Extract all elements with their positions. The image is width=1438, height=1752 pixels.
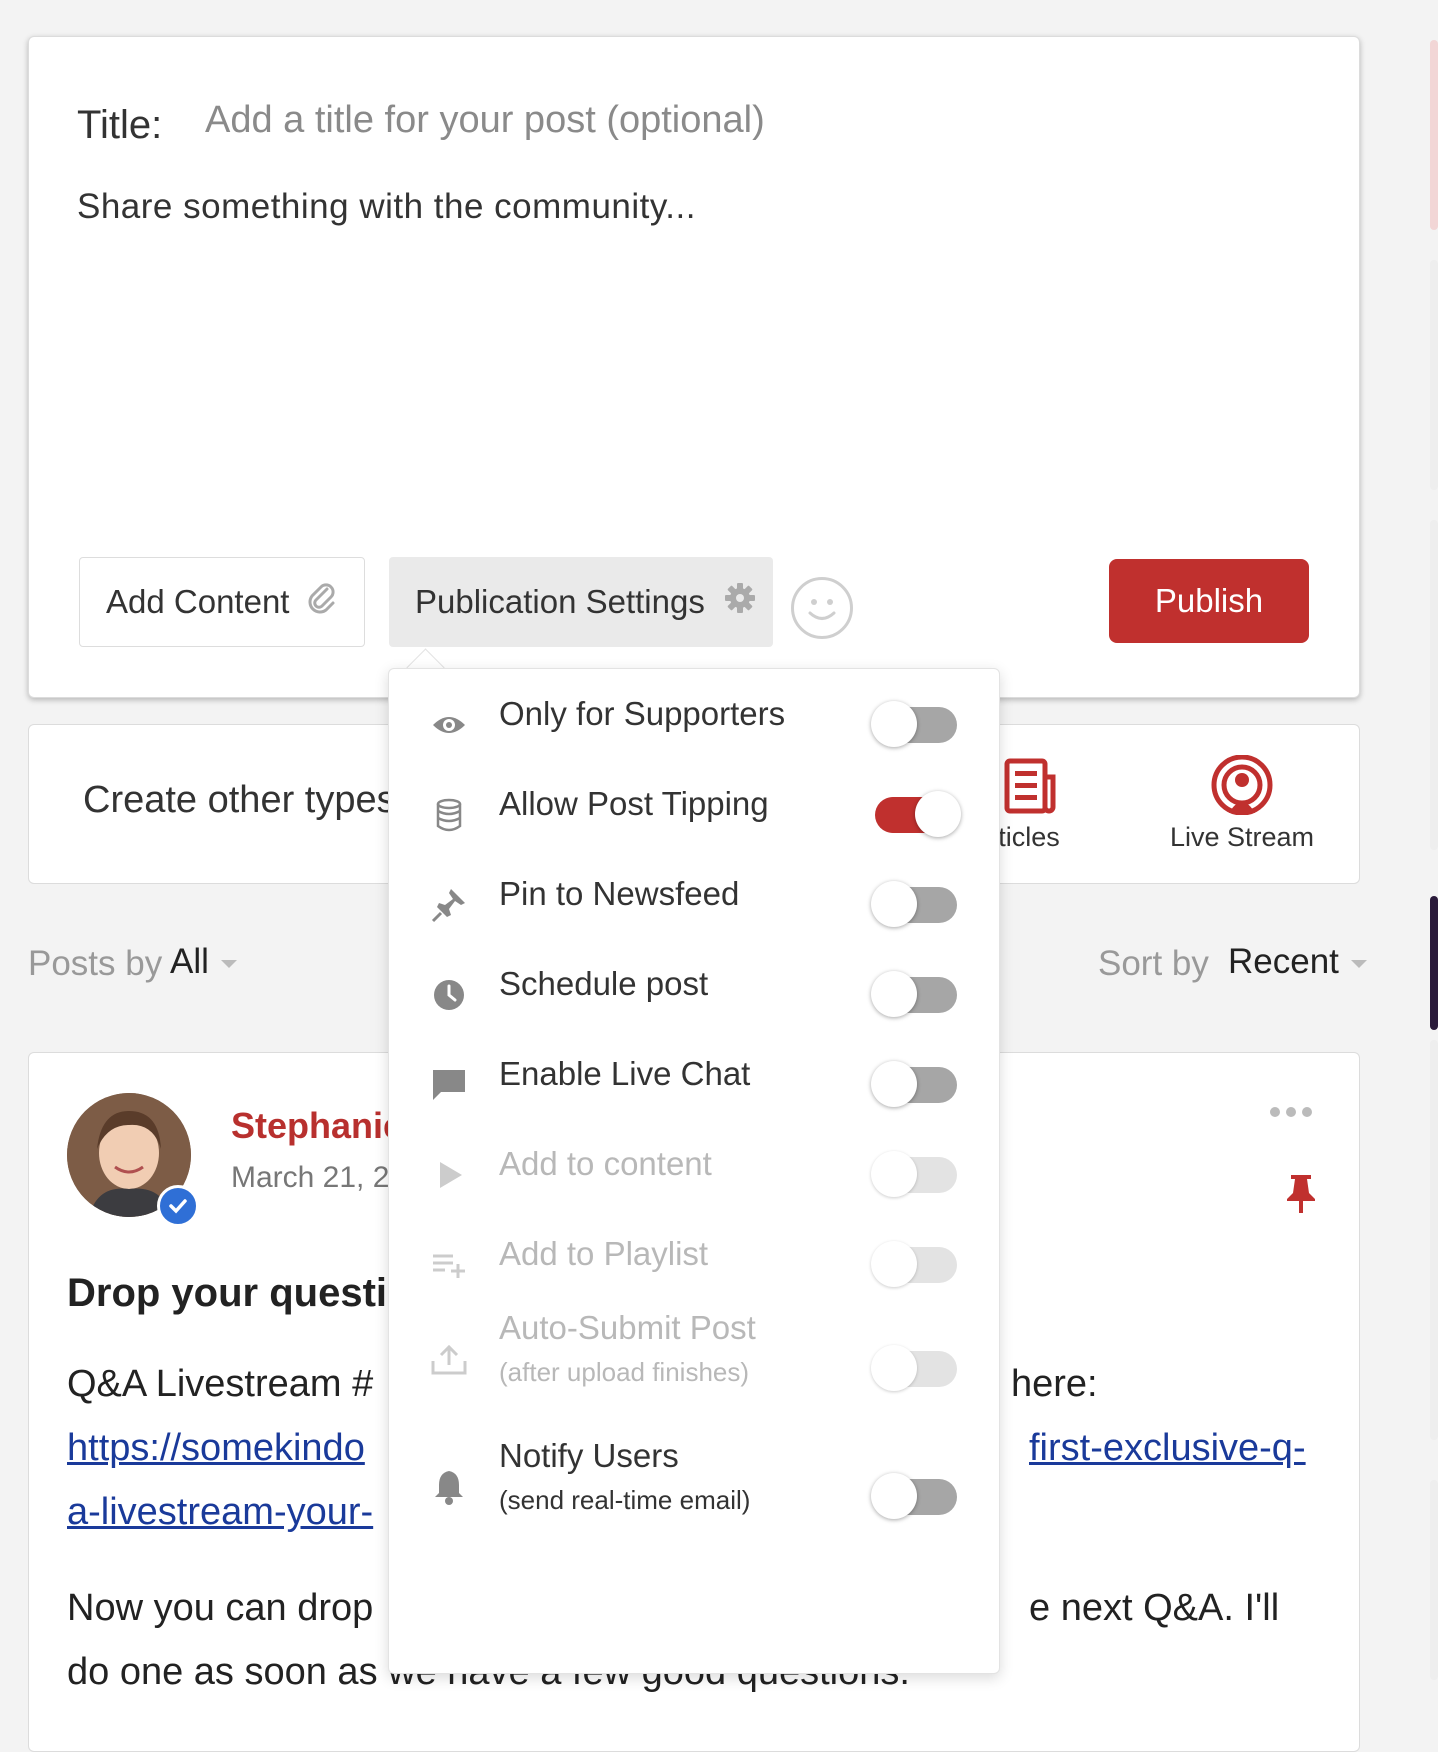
live-stream-icon bbox=[1211, 754, 1273, 816]
chevron-down-icon bbox=[1350, 959, 1367, 968]
settings-item-label: Schedule post bbox=[499, 965, 709, 1002]
toggle-switch bbox=[871, 1151, 957, 1197]
post-text-line: here: bbox=[1011, 1363, 1098, 1405]
upload-icon bbox=[429, 1339, 469, 1379]
post-text-line: e next Q&A. I'll bbox=[1029, 1587, 1280, 1629]
emoji-button[interactable] bbox=[791, 577, 853, 639]
post-link[interactable]: a-livestream-your- bbox=[67, 1491, 373, 1534]
post-title: Drop your questio bbox=[67, 1271, 412, 1315]
settings-item-allow-post-tipping[interactable]: Allow Post Tipping bbox=[389, 769, 999, 859]
settings-item-label: Add to Playlist bbox=[499, 1235, 709, 1272]
publication-settings-label: Publication Settings bbox=[415, 583, 705, 620]
toggle-switch[interactable] bbox=[871, 971, 957, 1017]
publish-button[interactable]: Publish bbox=[1109, 559, 1309, 643]
add-content-button[interactable]: Add Content bbox=[79, 557, 365, 647]
edge-decoration bbox=[1430, 260, 1438, 490]
post-text-line: Q&A Livestream # bbox=[67, 1363, 374, 1405]
edge-decoration bbox=[1430, 40, 1438, 230]
post-composer: Title: Share something with the communit… bbox=[28, 36, 1360, 698]
edge-decoration bbox=[1430, 896, 1438, 1030]
settings-item-auto-submit-post: Auto-Submit Post (after upload finishes) bbox=[389, 1309, 999, 1399]
more-options-icon[interactable] bbox=[1269, 1105, 1313, 1124]
toggle-knob bbox=[871, 701, 917, 747]
toggle-knob bbox=[871, 1241, 917, 1287]
post-body-input[interactable]: Share something with the community... bbox=[77, 187, 1277, 487]
settings-item-schedule-post[interactable]: Schedule post bbox=[389, 949, 999, 1039]
post-date: March 21, 20 bbox=[231, 1161, 407, 1194]
play-icon bbox=[429, 1155, 469, 1195]
toggle-switch[interactable] bbox=[871, 701, 957, 747]
toggle-switch[interactable] bbox=[871, 1473, 957, 1519]
settings-item-pin-to-newsfeed[interactable]: Pin to Newsfeed bbox=[389, 859, 999, 949]
publication-settings-button[interactable]: Publication Settings bbox=[389, 557, 773, 647]
settings-item-label: Only for Supporters bbox=[499, 695, 786, 732]
settings-item-label: Add to content bbox=[499, 1145, 712, 1182]
settings-item-enable-live-chat[interactable]: Enable Live Chat bbox=[389, 1039, 999, 1129]
bell-icon bbox=[429, 1467, 469, 1507]
toggle-switch[interactable] bbox=[875, 791, 961, 837]
verified-badge-icon bbox=[157, 1185, 199, 1227]
toggle-knob bbox=[871, 1061, 917, 1107]
post-link[interactable]: https://somekindo bbox=[67, 1427, 365, 1470]
toggle-switch bbox=[871, 1241, 957, 1287]
live-stream-type-button[interactable]: Live Stream bbox=[1157, 754, 1327, 853]
sort-by-value: Recent bbox=[1228, 942, 1339, 981]
toggle-switch[interactable] bbox=[871, 1061, 957, 1107]
post-link[interactable]: first-exclusive-q- bbox=[1029, 1427, 1306, 1470]
pin-icon bbox=[429, 885, 469, 925]
settings-item-sublabel: (after upload finishes) bbox=[499, 1357, 750, 1387]
settings-item-sublabel: (send real-time email) bbox=[499, 1485, 751, 1515]
settings-item-notify-users[interactable]: Notify Users (send real-time email) bbox=[389, 1437, 999, 1527]
settings-item-add-to-playlist: Add to Playlist bbox=[389, 1219, 999, 1309]
playlist-add-icon bbox=[429, 1245, 469, 1285]
posts-by-value: All bbox=[170, 942, 209, 981]
settings-item-add-to-content: Add to content bbox=[389, 1129, 999, 1219]
toggle-knob bbox=[871, 971, 917, 1017]
settings-item-only-for-supporters[interactable]: Only for Supporters bbox=[389, 679, 999, 769]
toggle-switch[interactable] bbox=[871, 881, 957, 927]
clock-icon bbox=[429, 975, 469, 1015]
settings-item-label: Enable Live Chat bbox=[499, 1055, 751, 1092]
settings-item-label: Notify Users bbox=[499, 1437, 679, 1474]
create-other-types-label: Create other types bbox=[83, 779, 396, 821]
edge-decoration bbox=[1430, 1480, 1438, 1680]
edge-decoration bbox=[1430, 520, 1438, 850]
toggle-switch bbox=[871, 1345, 957, 1391]
post-author[interactable]: Stephanie bbox=[231, 1105, 403, 1147]
post-text-line: Now you can drop bbox=[67, 1587, 374, 1629]
pinned-icon bbox=[1285, 1173, 1317, 1220]
gear-icon bbox=[723, 581, 757, 623]
sort-by-dropdown[interactable]: Recent bbox=[1228, 942, 1367, 982]
toggle-knob bbox=[871, 1473, 917, 1519]
chevron-down-icon bbox=[220, 959, 237, 968]
toggle-knob bbox=[871, 1151, 917, 1197]
toggle-knob bbox=[915, 791, 961, 837]
paperclip-icon bbox=[307, 581, 337, 623]
toggle-knob bbox=[871, 881, 917, 927]
eye-icon bbox=[429, 705, 469, 745]
title-input[interactable] bbox=[205, 99, 1105, 142]
sort-by-label: Sort by bbox=[1098, 944, 1209, 983]
live-stream-type-label: Live Stream bbox=[1169, 822, 1315, 852]
edge-decoration bbox=[1430, 1040, 1438, 1440]
articles-icon bbox=[1004, 758, 1056, 814]
posts-by-dropdown[interactable]: All bbox=[170, 942, 237, 982]
settings-item-label: Allow Post Tipping bbox=[499, 785, 769, 822]
coins-icon bbox=[429, 795, 469, 835]
settings-item-label: Auto-Submit Post bbox=[499, 1309, 756, 1346]
settings-item-label: Pin to Newsfeed bbox=[499, 875, 740, 912]
posts-by-label: Posts by bbox=[28, 944, 163, 983]
chat-icon bbox=[429, 1065, 469, 1105]
title-label: Title: bbox=[77, 103, 163, 147]
publication-settings-menu: Only for Supporters Allow Post Tipping Pin… bbox=[388, 668, 1000, 1674]
toggle-knob bbox=[871, 1345, 917, 1391]
add-content-label: Add Content bbox=[106, 583, 290, 620]
smiley-icon bbox=[808, 599, 836, 620]
